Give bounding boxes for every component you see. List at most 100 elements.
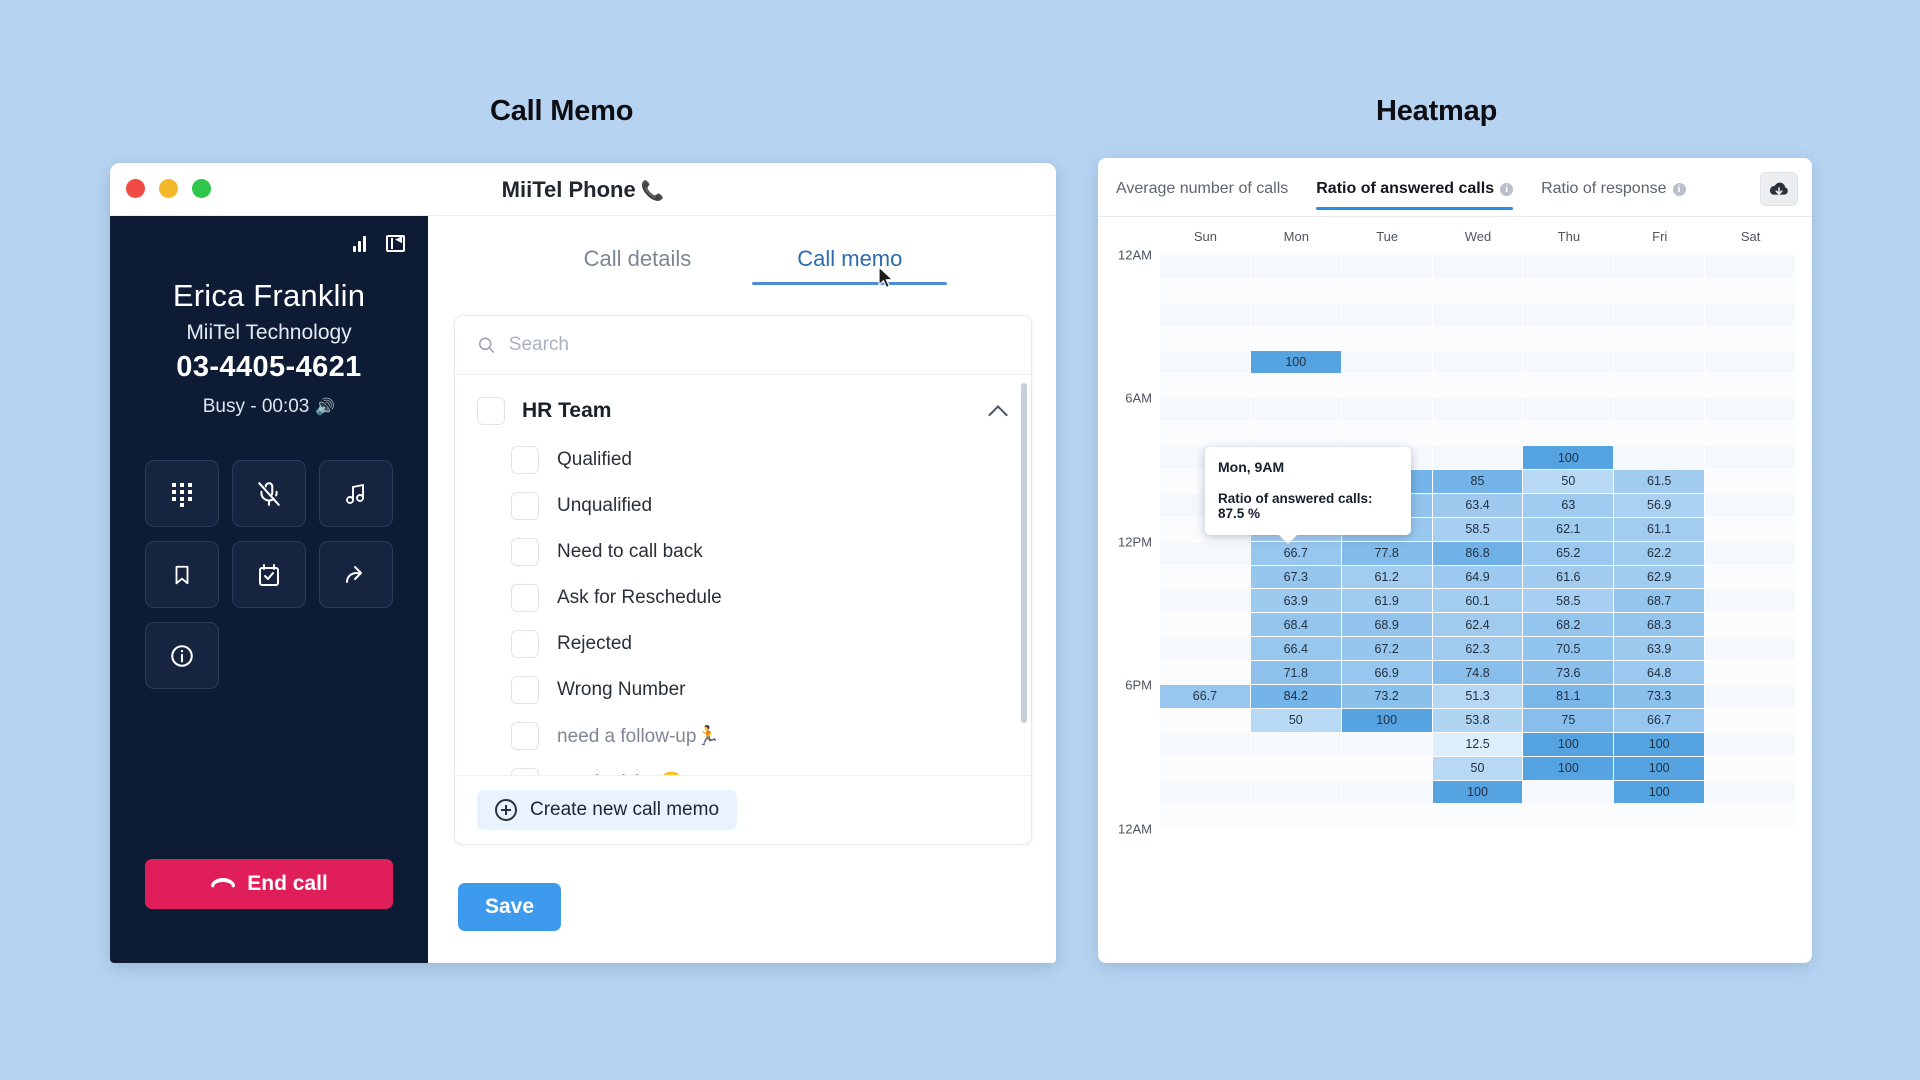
heatmap-cell[interactable] (1250, 780, 1342, 805)
heatmap-cell[interactable]: 12.5 (1432, 732, 1524, 757)
heatmap-cell[interactable] (1432, 326, 1524, 351)
heatmap-cell[interactable]: 65.2 (1523, 541, 1615, 566)
heatmap-cell[interactable]: 74.8 (1432, 661, 1524, 686)
heatmap-cell[interactable]: 66.7 (1614, 708, 1706, 733)
heatmap-cell[interactable]: 51.3 (1432, 685, 1524, 709)
heatmap-cell[interactable] (1160, 708, 1251, 733)
heatmap-cell[interactable]: 100 (1523, 732, 1615, 757)
heatmap-cell[interactable] (1250, 278, 1342, 303)
heatmap-cell[interactable] (1705, 446, 1796, 471)
heatmap-cell[interactable] (1705, 374, 1796, 399)
heatmap-cell[interactable] (1250, 422, 1342, 447)
heatmap-cell[interactable]: 62.3 (1432, 637, 1524, 662)
heatmap-cell[interactable] (1341, 374, 1433, 399)
call-info-button[interactable] (145, 622, 219, 689)
heatmap-cell[interactable]: 62.9 (1614, 565, 1706, 590)
heatmap-cell[interactable] (1341, 278, 1433, 303)
heatmap-cell[interactable]: 62.2 (1614, 541, 1706, 566)
heatmap-cell[interactable] (1523, 278, 1615, 303)
heatmap-cell[interactable] (1250, 804, 1342, 829)
heatmap-cell[interactable] (1250, 302, 1342, 327)
memo-item-checkbox[interactable] (511, 492, 539, 520)
heatmap-cell[interactable]: 71.8 (1250, 661, 1342, 686)
heatmap-cell[interactable] (1432, 302, 1524, 327)
heatmap-cell[interactable] (1705, 613, 1796, 638)
hold-music-button[interactable] (319, 460, 393, 527)
heatmap-cell[interactable]: 63.4 (1432, 493, 1524, 518)
heatmap-cell[interactable] (1160, 255, 1251, 279)
heatmap-cell[interactable] (1523, 350, 1615, 375)
tab-ratio-of-response[interactable]: Ratio of response i (1541, 180, 1686, 210)
heatmap-cell[interactable] (1523, 780, 1615, 805)
list-item[interactable]: Need to call back (455, 529, 1031, 575)
heatmap-cell[interactable]: 50 (1523, 470, 1615, 494)
heatmap-cell[interactable] (1705, 708, 1796, 733)
heatmap-cell[interactable]: 70.5 (1523, 637, 1615, 662)
heatmap-cell[interactable] (1614, 374, 1706, 399)
download-button[interactable] (1760, 172, 1798, 206)
heatmap-cell[interactable] (1705, 326, 1796, 351)
heatmap-cell[interactable]: 100 (1523, 756, 1615, 781)
heatmap-cell[interactable] (1523, 326, 1615, 351)
heatmap-cell[interactable]: 85 (1432, 470, 1524, 494)
heatmap-cell[interactable] (1160, 565, 1251, 590)
heatmap-cell[interactable] (1705, 422, 1796, 447)
memo-item-checkbox[interactable] (511, 538, 539, 566)
heatmap-cell[interactable] (1614, 398, 1706, 423)
heatmap-cell[interactable]: 73.3 (1614, 685, 1706, 709)
heatmap-cell[interactable] (1523, 804, 1615, 829)
heatmap-cell[interactable]: 56.9 (1614, 493, 1706, 518)
heatmap-cell[interactable] (1250, 398, 1342, 423)
heatmap-cell[interactable] (1432, 255, 1524, 279)
heatmap-cell[interactable]: 68.9 (1341, 613, 1433, 638)
heatmap-cell[interactable] (1341, 255, 1433, 279)
heatmap-cell[interactable]: 62.1 (1523, 517, 1615, 542)
heatmap-cell[interactable] (1341, 398, 1433, 423)
heatmap-cell[interactable] (1341, 350, 1433, 375)
info-icon[interactable]: i (1672, 182, 1686, 196)
heatmap-cell[interactable]: 100 (1341, 708, 1433, 733)
heatmap-cell[interactable]: 50 (1432, 756, 1524, 781)
heatmap-cell[interactable]: 50 (1250, 708, 1342, 733)
heatmap-cell[interactable]: 84.2 (1250, 685, 1342, 709)
tab-call-memo[interactable]: Call memo (752, 246, 948, 285)
mute-button[interactable] (232, 460, 306, 527)
heatmap-cell[interactable] (1160, 589, 1251, 614)
heatmap-cell[interactable]: 77.8 (1341, 541, 1433, 566)
memo-item-checkbox[interactable] (511, 676, 539, 704)
list-item[interactable]: Unqualified (455, 483, 1031, 529)
heatmap-cell[interactable] (1160, 661, 1251, 686)
heatmap-cell[interactable] (1614, 446, 1706, 471)
info-icon[interactable]: i (1500, 182, 1514, 196)
heatmap-cell[interactable] (1160, 278, 1251, 303)
heatmap-cell[interactable] (1705, 255, 1796, 279)
heatmap-cell[interactable] (1160, 780, 1251, 805)
heatmap-cell[interactable]: 61.6 (1523, 565, 1615, 590)
memo-list-scrollbar[interactable] (1021, 383, 1027, 723)
heatmap-cell[interactable] (1614, 350, 1706, 375)
heatmap-cell[interactable]: 62.4 (1432, 613, 1524, 638)
tab-ratio-of-answered-calls[interactable]: Ratio of answered calls i (1316, 180, 1514, 210)
heatmap-cell[interactable]: 66.7 (1160, 685, 1251, 709)
heatmap-cell[interactable] (1523, 374, 1615, 399)
heatmap-cell[interactable] (1614, 302, 1706, 327)
heatmap-cell[interactable]: 100 (1614, 732, 1706, 757)
heatmap-cell[interactable] (1705, 756, 1796, 781)
list-item[interactable]: need advice😊 (455, 759, 1031, 775)
heatmap-cell[interactable] (1523, 398, 1615, 423)
heatmap-cell[interactable] (1705, 732, 1796, 757)
heatmap-cell[interactable]: 63.9 (1250, 589, 1342, 614)
heatmap-cell[interactable] (1160, 374, 1251, 399)
keypad-button[interactable] (145, 460, 219, 527)
tab-call-details[interactable]: Call details (584, 246, 692, 285)
heatmap-cell[interactable] (1160, 326, 1251, 351)
heatmap-cell[interactable] (1432, 446, 1524, 471)
heatmap-cell[interactable] (1705, 637, 1796, 662)
heatmap-cell[interactable] (1614, 278, 1706, 303)
heatmap-cell[interactable] (1341, 732, 1433, 757)
heatmap-cell[interactable]: 61.5 (1614, 470, 1706, 494)
tab-average-number-of-calls[interactable]: Average number of calls (1116, 180, 1288, 210)
memo-item-checkbox[interactable] (511, 630, 539, 658)
heatmap-cell[interactable] (1705, 398, 1796, 423)
heatmap-cell[interactable] (1705, 565, 1796, 590)
